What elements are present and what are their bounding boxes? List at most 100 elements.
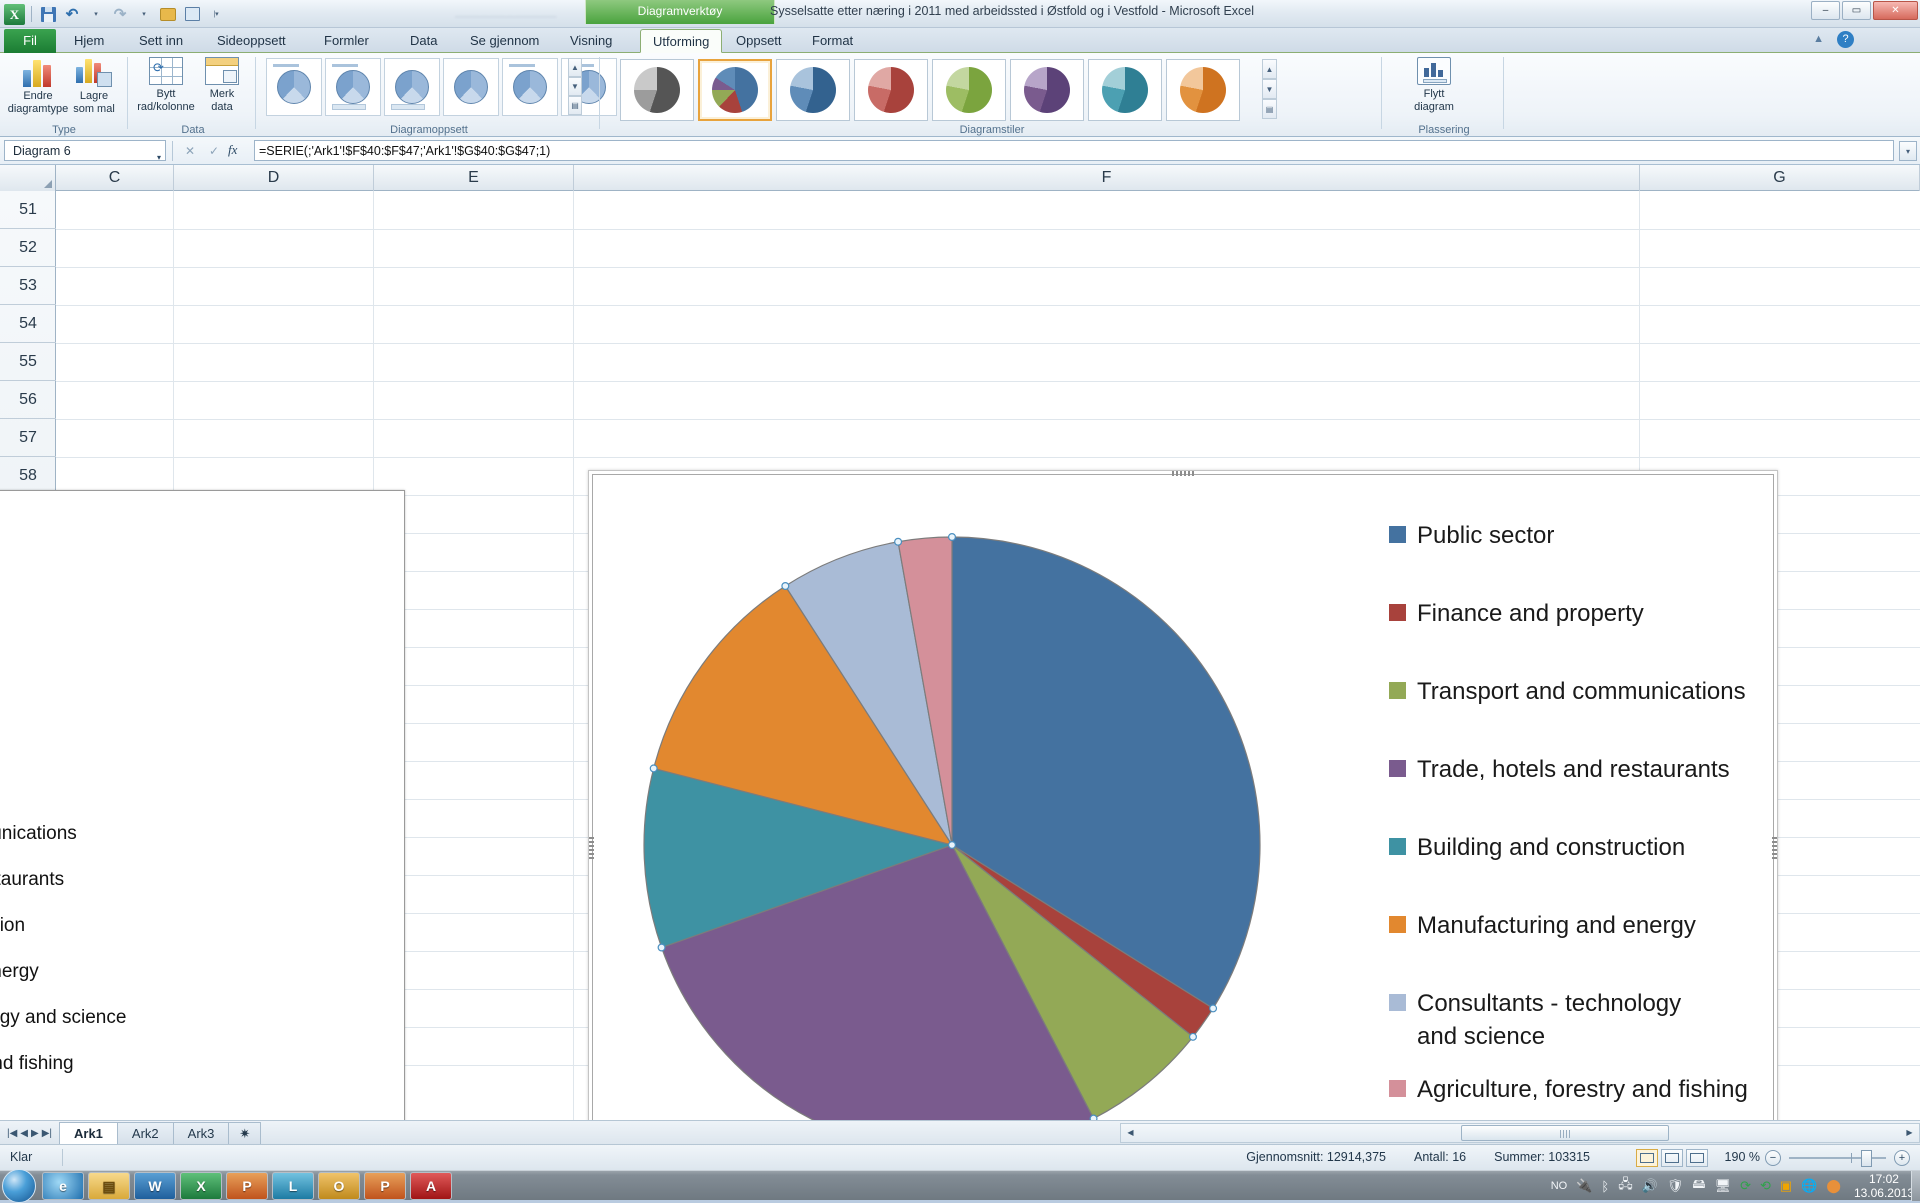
normal-view-icon[interactable] [1636, 1149, 1658, 1167]
tab-se-gjennom[interactable]: Se gjennom [458, 29, 551, 53]
pie-point-handle-7[interactable] [894, 537, 903, 546]
column-header-g[interactable]: G [1640, 165, 1920, 191]
legend-item-finance-and-property[interactable]: Finance and property [1389, 597, 1769, 675]
page-layout-icon[interactable] [1661, 1149, 1683, 1167]
row-header-52[interactable]: 52 [0, 229, 56, 267]
first-sheet-icon[interactable]: |◀ [7, 1128, 17, 1139]
zoom-slider-knob[interactable] [1861, 1150, 1872, 1167]
hscroll-left-icon[interactable]: ◀ [1122, 1125, 1139, 1141]
style-scroll-up-icon[interactable]: ▲ [1262, 59, 1277, 79]
system-tray[interactable]: NO 🔌 ᛒ 🖧 🔊 🛡 🖴 🖥 ⟳ ⟲ ▣ 🌐 ⬤ 17:02 13.06.2… [1551, 1171, 1920, 1201]
next-sheet-icon[interactable]: ▶ [31, 1128, 39, 1139]
insert-sheet-icon[interactable]: ✷ [228, 1122, 262, 1144]
taskbar-acrobat-icon[interactable]: A [410, 1172, 452, 1200]
help-icon[interactable]: ? [1837, 31, 1854, 48]
customize-qat-icon[interactable]: |▾ [206, 4, 226, 24]
move-chart-button[interactable]: Flytt diagram [1398, 55, 1470, 114]
layout-more-icon[interactable]: ▤ [568, 96, 582, 115]
taskbar[interactable]: e ▤ W X P L O P A NO 🔌 ᛒ 🖧 🔊 🛡 🖴 🖥 ⟳ ⟲ ▣… [0, 1169, 1920, 1203]
monitor-icon[interactable]: 🖥 [1715, 1178, 1732, 1194]
pie-point-handle-5[interactable] [649, 764, 658, 773]
print-preview-button[interactable] [182, 4, 202, 24]
tray-locale[interactable]: NO [1551, 1180, 1568, 1192]
row-header-54[interactable]: 54 [0, 305, 56, 343]
resize-handle-top[interactable] [1172, 471, 1194, 476]
chart-layout-3[interactable] [384, 58, 440, 116]
globe-icon[interactable]: 🌐 [1801, 1178, 1817, 1194]
hscroll-right-icon[interactable]: ▶ [1901, 1125, 1918, 1141]
redo-dropdown-icon[interactable]: ▾ [134, 4, 154, 24]
office-icon[interactable]: ▣ [1780, 1178, 1792, 1194]
network-icon[interactable]: 🖧 [1618, 1175, 1633, 1197]
tab-data[interactable]: Data [398, 29, 449, 53]
formula-input[interactable]: =SERIE(;'Ark1'!$F$40:$F$47;'Ark1'!$G$40:… [254, 140, 1894, 161]
taskbar-outlook-icon[interactable]: O [318, 1172, 360, 1200]
legend-item-manufacturing-and-energy[interactable]: Manufacturing and energy [1389, 909, 1769, 987]
chart-style-1[interactable] [620, 59, 694, 121]
sheet-nav-buttons[interactable]: |◀ ◀ ▶ ▶| [0, 1128, 59, 1139]
device-icon[interactable]: 🖴 [1692, 1175, 1705, 1197]
chart-style-6[interactable] [1010, 59, 1084, 121]
style-more-icon[interactable]: ▤ [1262, 99, 1277, 119]
chart-layout-gallery[interactable] [266, 58, 617, 116]
alert-icon[interactable]: ⬤ [1826, 1178, 1841, 1194]
open-button[interactable] [158, 4, 178, 24]
style-scroll-down-icon[interactable]: ▼ [1262, 79, 1277, 99]
bluetooth-icon[interactable]: ᛒ [1601, 1179, 1609, 1194]
tab-oppsett[interactable]: Oppsett [724, 29, 794, 53]
chart-layout-scrollbar[interactable]: ▲ ▼ ▤ [568, 58, 582, 115]
column-header-f[interactable]: F [574, 165, 1640, 191]
undo-dropdown-icon[interactable]: ▾ [86, 4, 106, 24]
tab-sett-inn[interactable]: Sett inn [127, 29, 195, 53]
pie-point-handle-6[interactable] [781, 581, 790, 590]
insert-function-icon[interactable]: fx [228, 142, 237, 158]
sheet-tab-ark3[interactable]: Ark3 [172, 1122, 230, 1144]
pie-point-handle-4[interactable] [657, 943, 666, 952]
chart-style-scrollbar[interactable]: ▲ ▼ ▤ [1262, 59, 1277, 119]
volume-icon[interactable]: 🔊 [1642, 1178, 1658, 1194]
taskbar-powerpoint2-icon[interactable]: P [364, 1172, 406, 1200]
sheet-tab-ark2[interactable]: Ark2 [116, 1122, 174, 1144]
zoom-out-button[interactable]: − [1765, 1150, 1781, 1166]
ribbon-minimize-icon[interactable]: ▲ [1813, 33, 1824, 45]
layout-scroll-down-icon[interactable]: ▼ [568, 77, 582, 96]
pie-point-handle-0[interactable] [948, 532, 957, 541]
sheet-tabs[interactable]: |◀ ◀ ▶ ▶| Ark1 Ark2 Ark3 ✷ [0, 1121, 262, 1145]
tab-format[interactable]: Format [800, 29, 865, 53]
sync2-icon[interactable]: ⟲ [1760, 1178, 1771, 1194]
taskbar-powerpoint-icon[interactable]: P [226, 1172, 268, 1200]
name-box[interactable]: Diagram 6 ▾ [4, 140, 166, 162]
save-as-template-button[interactable]: Lagre som mal [58, 55, 130, 116]
column-header-d[interactable]: D [174, 165, 374, 191]
select-all-corner[interactable] [0, 165, 56, 191]
sync-icon[interactable]: ⟳ [1740, 1178, 1751, 1194]
undo-button[interactable]: ↶ [62, 4, 82, 24]
plug-icon[interactable]: 🔌 [1576, 1178, 1592, 1194]
tab-hjem[interactable]: Hjem [62, 29, 116, 53]
tab-formler[interactable]: Formler [312, 29, 381, 53]
horizontal-scrollbar[interactable]: ◀ ▶ [1120, 1123, 1920, 1143]
chart-layout-4[interactable] [443, 58, 499, 116]
pie-slices[interactable] [643, 536, 1261, 1120]
confirm-edit-icon[interactable]: ✓ [204, 142, 224, 160]
column-header-c[interactable]: C [56, 165, 174, 191]
view-buttons[interactable] [1636, 1149, 1708, 1167]
last-sheet-icon[interactable]: ▶| [42, 1128, 52, 1139]
chart-style-8[interactable] [1166, 59, 1240, 121]
chart-legend[interactable]: Public sector Finance and property Trans… [1389, 519, 1769, 1120]
zoom-level[interactable]: 190 % [1725, 1150, 1760, 1164]
pie-point-handle-2[interactable] [1188, 1032, 1197, 1041]
column-headers[interactable]: C D E F G [0, 165, 1920, 191]
worksheet-grid[interactable]: C D E F G 51 52 53 54 55 56 57 58 59 60 … [0, 165, 1920, 1120]
close-button[interactable]: ✕ [1873, 1, 1918, 20]
taskbar-excel-icon[interactable]: X [180, 1172, 222, 1200]
legend-item-consultants-technology-and-science[interactable]: Consultants - technology and science [1389, 987, 1769, 1073]
row-header-56[interactable]: 56 [0, 381, 56, 419]
quick-access-toolbar[interactable]: X ↶ ▾ ↷ ▾ |▾ [4, 1, 226, 27]
chart-layout-2[interactable] [325, 58, 381, 116]
pie-chart-svg[interactable] [607, 483, 1327, 1120]
minimize-button[interactable]: – [1811, 1, 1840, 20]
resize-handle-left[interactable] [589, 836, 594, 859]
taskbar-ie-icon[interactable]: e [42, 1172, 84, 1200]
restore-button[interactable]: ▭ [1842, 1, 1871, 20]
